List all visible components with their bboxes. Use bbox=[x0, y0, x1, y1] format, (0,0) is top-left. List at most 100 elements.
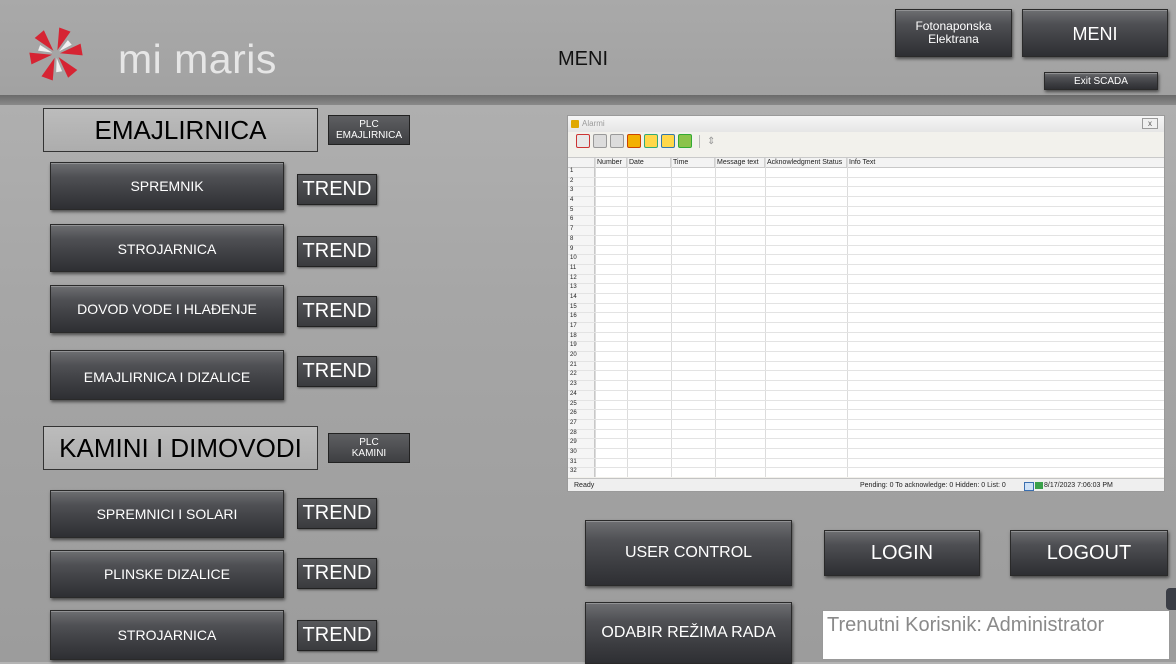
exit-scada-label: Exit SCADA bbox=[1074, 75, 1128, 87]
table-row[interactable]: 26 bbox=[568, 410, 1164, 420]
table-row[interactable]: 4 bbox=[568, 197, 1164, 207]
column-header[interactable]: Time bbox=[671, 158, 715, 167]
column-header[interactable]: Info Text bbox=[847, 158, 1164, 167]
spremnici-solari-label: SPREMNICI I SOLARI bbox=[96, 506, 238, 522]
table-row[interactable]: 1 bbox=[568, 168, 1164, 178]
row-number: 7 bbox=[568, 226, 595, 235]
strojarnica-button[interactable]: STROJARNICA bbox=[50, 224, 284, 272]
table-row[interactable]: 32 bbox=[568, 468, 1164, 477]
table-row[interactable]: 11 bbox=[568, 264, 1164, 275]
status-ready: Ready bbox=[574, 482, 595, 489]
alarm-window: Alarmi x ⇕ Number Date Time Message text… bbox=[567, 115, 1165, 492]
row-number: 4 bbox=[568, 197, 595, 206]
table-row[interactable]: 14 bbox=[568, 293, 1164, 304]
table-row[interactable]: 17 bbox=[568, 323, 1164, 333]
fotonaponska-elektrana-button[interactable]: Fotonaponska Elektrana bbox=[895, 9, 1012, 57]
row-number: 23 bbox=[568, 381, 595, 390]
login-label: LOGIN bbox=[870, 541, 934, 564]
table-row[interactable]: 31 bbox=[568, 458, 1164, 469]
table-row[interactable]: 8 bbox=[568, 235, 1164, 246]
alarm-toolbar: ⇕ bbox=[568, 132, 1164, 150]
table-row[interactable]: 23 bbox=[568, 381, 1164, 391]
logout-label: LOGOUT bbox=[1046, 541, 1132, 564]
table-row[interactable]: 3 bbox=[568, 187, 1164, 198]
spremnici-solari-button[interactable]: SPREMNICI I SOLARI bbox=[50, 490, 284, 538]
table-row[interactable]: 10 bbox=[568, 255, 1164, 265]
side-panel-tab[interactable] bbox=[1166, 588, 1176, 610]
table-row[interactable]: 29 bbox=[568, 439, 1164, 449]
alarm-window-icon bbox=[571, 120, 579, 128]
table-row[interactable]: 27 bbox=[568, 419, 1164, 430]
table-row[interactable]: 15 bbox=[568, 303, 1164, 314]
table-row[interactable]: 13 bbox=[568, 284, 1164, 294]
dovod-vode-button[interactable]: DOVOD VODE I HLAĐENJE bbox=[50, 285, 284, 333]
table-row[interactable]: 5 bbox=[568, 206, 1164, 217]
emajlirnica-dizalice-button[interactable]: EMAJLIRNICA I DIZALICE bbox=[50, 350, 284, 400]
table-row[interactable]: 20 bbox=[568, 352, 1164, 362]
trend-plinske-dizalice-button[interactable]: TREND bbox=[297, 558, 377, 589]
alarm-statusbar: Ready Pending: 0 To acknowledge: 0 Hidde… bbox=[568, 478, 1164, 491]
reset-icon[interactable] bbox=[610, 134, 624, 148]
table-row[interactable]: 28 bbox=[568, 429, 1164, 440]
trend-emajlirnica-dizalice-button[interactable]: TREND bbox=[297, 356, 377, 387]
table-row[interactable]: 16 bbox=[568, 313, 1164, 323]
plc-kamini-line1: PLC bbox=[359, 437, 379, 448]
loop-in-alarm-icon[interactable] bbox=[627, 134, 641, 148]
column-header[interactable]: Date bbox=[627, 158, 671, 167]
row-number: 18 bbox=[568, 332, 595, 342]
table-row[interactable]: 7 bbox=[568, 226, 1164, 236]
spremnik-label: SPREMNIK bbox=[130, 178, 204, 194]
column-header[interactable]: Acknowledgment Status bbox=[765, 158, 847, 167]
selection-dialog-icon[interactable] bbox=[644, 134, 658, 148]
row-number-header bbox=[568, 158, 595, 167]
row-number: 10 bbox=[568, 255, 595, 264]
group-ack-icon[interactable] bbox=[593, 134, 607, 148]
plc-kamini-button[interactable]: PLC KAMINI bbox=[328, 433, 410, 463]
trend-strojarnica-kamini-button[interactable]: TREND bbox=[297, 620, 377, 651]
row-number: 9 bbox=[568, 245, 595, 255]
column-header[interactable]: Number bbox=[595, 158, 627, 167]
row-number: 26 bbox=[568, 410, 595, 419]
alarm-titlebar: Alarmi x bbox=[568, 116, 1164, 132]
table-row[interactable]: 12 bbox=[568, 274, 1164, 285]
close-icon[interactable]: x bbox=[1142, 118, 1158, 129]
mode-select-label: ODABIR REŽIMA RADA bbox=[601, 624, 776, 641]
toolbar-separator bbox=[699, 134, 700, 148]
table-row[interactable]: 18 bbox=[568, 332, 1164, 343]
table-row[interactable]: 24 bbox=[568, 390, 1164, 401]
exit-scada-button[interactable]: Exit SCADA bbox=[1044, 72, 1158, 90]
plc-emajlirnica-button[interactable]: PLC EMAJLIRNICA bbox=[328, 115, 410, 145]
table-row[interactable]: 25 bbox=[568, 400, 1164, 411]
alarm-table: Number Date Time Message text Acknowledg… bbox=[568, 157, 1164, 477]
table-row[interactable]: 30 bbox=[568, 448, 1164, 459]
trend-strojarnica-button[interactable]: TREND bbox=[297, 236, 377, 267]
table-row[interactable]: 21 bbox=[568, 361, 1164, 372]
meni-button[interactable]: MENI bbox=[1022, 9, 1168, 57]
trend-spremnik-button[interactable]: TREND bbox=[297, 174, 377, 205]
column-header[interactable]: Message text bbox=[715, 158, 765, 167]
lock-list-icon[interactable] bbox=[678, 134, 692, 148]
row-number: 11 bbox=[568, 264, 595, 274]
table-row[interactable]: 9 bbox=[568, 245, 1164, 256]
logout-button[interactable]: LOGOUT bbox=[1010, 530, 1168, 576]
table-row[interactable]: 2 bbox=[568, 177, 1164, 188]
row-number: 20 bbox=[568, 352, 595, 361]
status-datetime: 8/17/2023 7:06:03 PM bbox=[1044, 482, 1113, 489]
row-number: 17 bbox=[568, 323, 595, 332]
row-number: 8 bbox=[568, 235, 595, 245]
trend-spremnici-solari-button[interactable]: TREND bbox=[297, 498, 377, 529]
plinske-dizalice-button[interactable]: PLINSKE DIZALICE bbox=[50, 550, 284, 598]
trend-dovod-vode-button[interactable]: TREND bbox=[297, 296, 377, 327]
spremnik-button[interactable]: SPREMNIK bbox=[50, 162, 284, 210]
section-title-kamini: KAMINI I DIMOVODI bbox=[43, 426, 318, 470]
acknowledge-icon[interactable] bbox=[576, 134, 590, 148]
table-row[interactable]: 19 bbox=[568, 342, 1164, 353]
table-row[interactable]: 6 bbox=[568, 216, 1164, 227]
sort-icon[interactable]: ⇕ bbox=[707, 136, 715, 147]
mode-select-button[interactable]: ODABIR REŽIMA RADA bbox=[585, 602, 792, 664]
table-row[interactable]: 22 bbox=[568, 371, 1164, 382]
strojarnica-kamini-button[interactable]: STROJARNICA bbox=[50, 610, 284, 660]
user-control-button[interactable]: USER CONTROL bbox=[585, 520, 792, 586]
display-options-icon[interactable] bbox=[661, 134, 675, 148]
login-button[interactable]: LOGIN bbox=[824, 530, 980, 576]
